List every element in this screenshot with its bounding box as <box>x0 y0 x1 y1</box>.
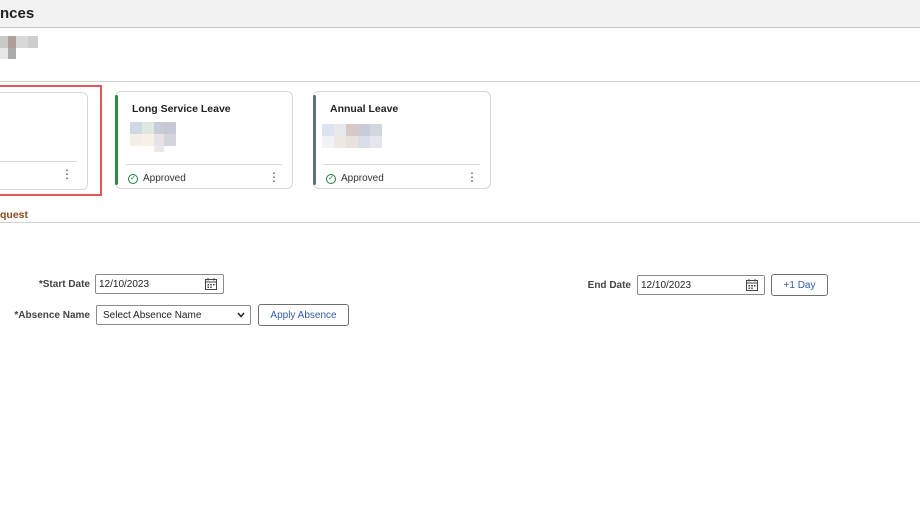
absence-card-partial[interactable]: ⋮ <box>0 92 88 190</box>
absence-name-label: *Absence Name <box>14 310 90 321</box>
page-title: nces <box>0 5 35 22</box>
start-date-label: *Start Date <box>38 279 90 290</box>
card-separator <box>324 164 480 165</box>
status-label: Approved <box>143 173 186 184</box>
check-circle-icon: ✓ <box>128 173 138 184</box>
section-title: quest <box>0 209 29 221</box>
card-details-blurred <box>322 124 384 150</box>
chevron-down-icon <box>237 312 245 318</box>
card-title: Annual Leave <box>330 103 399 115</box>
start-date-field[interactable] <box>95 274 224 294</box>
selected-absence-card-highlight[interactable]: ⋮ <box>0 85 102 196</box>
card-details-blurred <box>130 122 192 154</box>
card-accent <box>313 95 316 185</box>
more-vertical-icon[interactable]: ⋮ <box>466 171 478 183</box>
card-separator <box>0 161 77 162</box>
calendar-icon[interactable] <box>205 278 217 290</box>
card-separator <box>126 164 282 165</box>
user-info-blurred <box>0 36 40 60</box>
start-date-input[interactable] <box>96 278 189 290</box>
card-title: Long Service Leave <box>132 103 231 115</box>
page-header: nces <box>0 0 920 28</box>
end-date-input[interactable] <box>638 279 731 291</box>
header-divider <box>0 81 920 82</box>
absence-card-long-service-leave[interactable]: Long Service Leave ✓ Approved ⋮ <box>115 91 293 189</box>
apply-absence-button[interactable]: Apply Absence <box>258 304 349 326</box>
status-badge: ✓ Approved <box>326 173 384 184</box>
end-date-field[interactable] <box>637 275 765 295</box>
status-badge: ✓ Approved <box>128 173 186 184</box>
end-date-label: End Date <box>587 280 631 291</box>
absence-name-selected: Select Absence Name <box>103 309 202 321</box>
more-vertical-icon[interactable]: ⋮ <box>268 171 280 183</box>
section-divider <box>0 222 920 223</box>
absence-name-select[interactable]: Select Absence Name <box>96 305 251 325</box>
card-accent <box>115 95 118 185</box>
calendar-icon[interactable] <box>746 279 758 291</box>
absence-card-annual-leave[interactable]: Annual Leave ✓ Approved ⋮ <box>313 91 491 189</box>
status-label: Approved <box>341 173 384 184</box>
plus-one-day-button[interactable]: +1 Day <box>771 274 828 296</box>
more-vertical-icon[interactable]: ⋮ <box>61 168 73 180</box>
check-circle-icon: ✓ <box>326 173 336 184</box>
